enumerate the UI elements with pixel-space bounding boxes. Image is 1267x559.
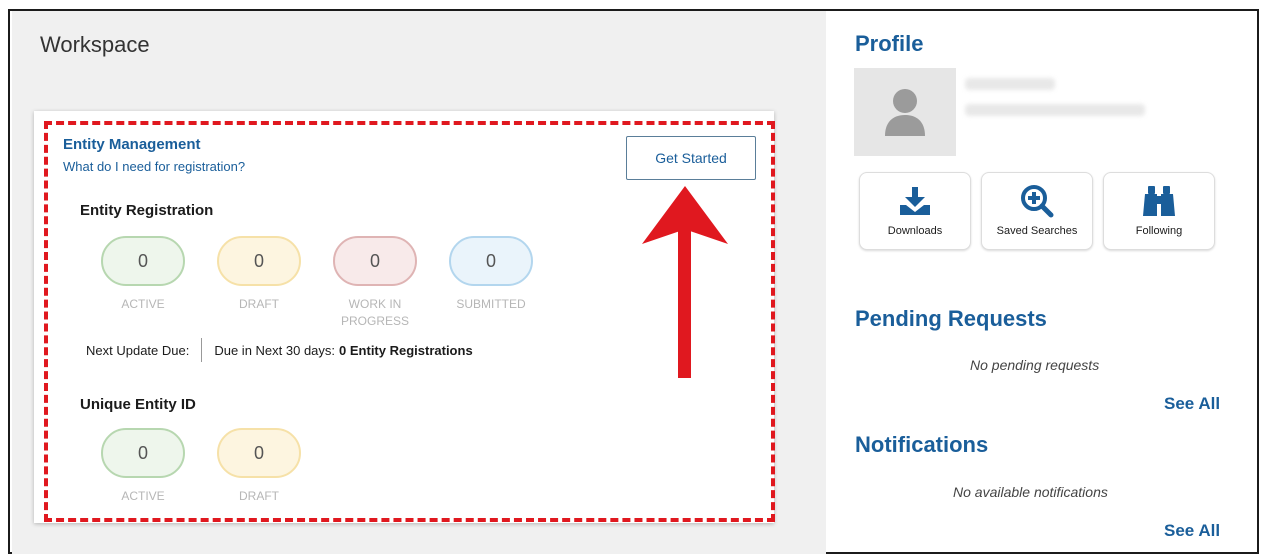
- er-work-in-progress-count[interactable]: 0: [333, 236, 417, 286]
- following-button[interactable]: Following: [1103, 172, 1215, 250]
- user-placeholder-icon: [885, 89, 925, 136]
- redacted-email: [965, 104, 1145, 116]
- unique-entity-id-title: Unique Entity ID: [80, 396, 196, 413]
- saved-searches-label: Saved Searches: [996, 225, 1078, 237]
- saved-searches-button[interactable]: Saved Searches: [981, 172, 1093, 250]
- update-divider: [201, 338, 203, 362]
- get-started-button[interactable]: Get Started: [626, 136, 756, 180]
- binoculars-icon: [1141, 185, 1177, 217]
- download-icon: [897, 185, 933, 217]
- downloads-button[interactable]: Downloads: [859, 172, 971, 250]
- pending-requests-title: Pending Requests: [855, 306, 1047, 331]
- er-wip-label-line1: WORK IN: [348, 297, 402, 311]
- due-text: Due in Next 30 days:: [214, 342, 336, 358]
- ueid-active-count[interactable]: 0: [101, 428, 185, 478]
- entity-registration-title: Entity Registration: [80, 202, 214, 219]
- ueid-active-label: ACTIVE: [121, 489, 165, 503]
- next-update-row: Next Update Due: Due in Next 30 days: 0 …: [86, 338, 473, 362]
- er-draft-label: DRAFT: [239, 297, 279, 311]
- er-submitted-count[interactable]: 0: [449, 236, 533, 286]
- notifications-title: Notifications: [855, 432, 989, 457]
- avatar[interactable]: [854, 68, 956, 156]
- er-submitted-label: SUBMITTED: [456, 297, 526, 311]
- next-update-label: Next Update Due:: [86, 342, 190, 358]
- er-wip-label-line2: PROGRESS: [340, 314, 409, 328]
- pending-see-all-link[interactable]: See All: [1164, 394, 1220, 414]
- downloads-label: Downloads: [887, 225, 943, 237]
- notifications-see-all-link[interactable]: See All: [1164, 521, 1220, 541]
- workspace-title: Workspace: [40, 32, 150, 57]
- search-plus-icon: [1019, 185, 1055, 218]
- er-active-label: ACTIVE: [121, 297, 165, 311]
- following-label: Following: [1135, 225, 1183, 237]
- er-active-count[interactable]: 0: [101, 236, 185, 286]
- notifications-empty: No available notifications: [953, 484, 1108, 500]
- ueid-draft-count[interactable]: 0: [217, 428, 301, 478]
- up-arrow-icon: [642, 186, 728, 378]
- registration-help-link[interactable]: What do I need for registration?: [63, 159, 245, 174]
- er-draft-count[interactable]: 0: [217, 236, 301, 286]
- ueid-draft-label: DRAFT: [239, 489, 279, 503]
- er-work-in-progress-label: WORK IN PROGRESS: [325, 296, 425, 330]
- pending-requests-empty: No pending requests: [970, 357, 1100, 373]
- entity-management-title: Entity Management: [63, 136, 201, 153]
- due-count: 0 Entity Registrations: [339, 342, 473, 358]
- redacted-name: [965, 78, 1055, 90]
- profile-title: Profile: [855, 31, 924, 56]
